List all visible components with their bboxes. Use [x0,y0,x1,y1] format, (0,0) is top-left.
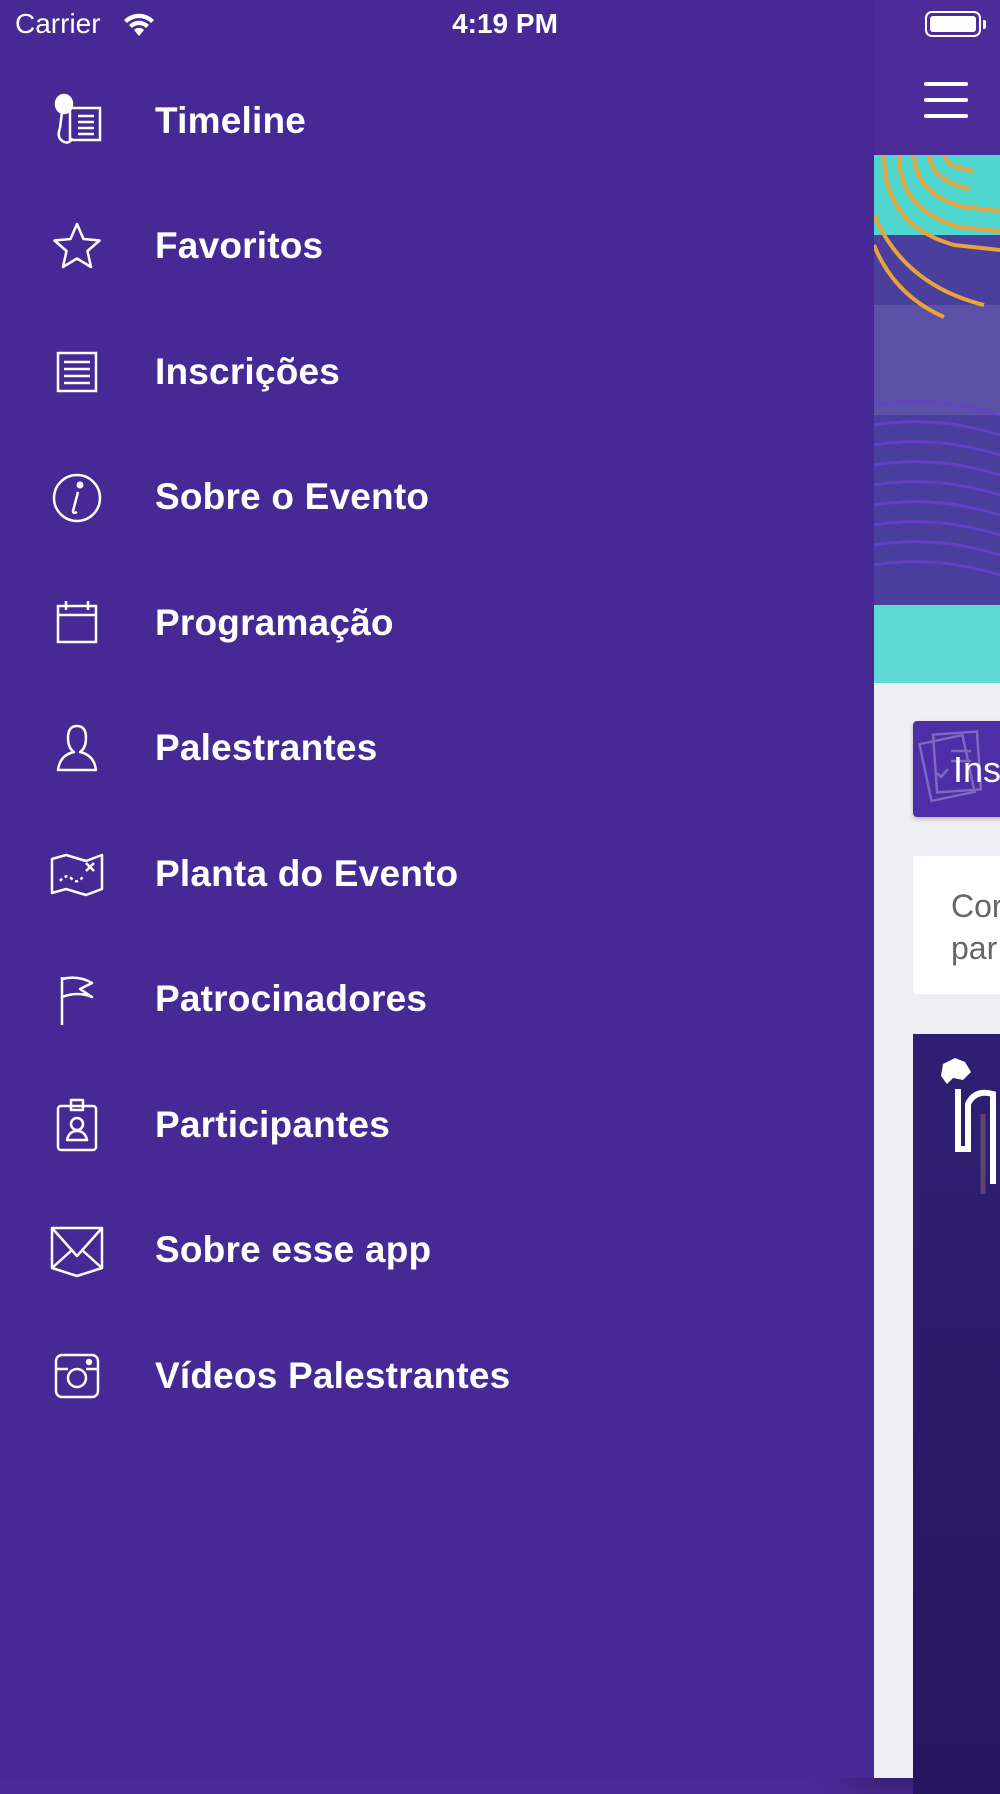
menu-label: Sobre esse app [155,1229,432,1271]
map-icon [48,845,106,903]
description-line: Cor [951,888,1000,924]
microphone-script-icon [48,92,106,150]
menu-item-timeline[interactable]: Timeline [0,58,874,184]
hamburger-menu-icon[interactable] [924,82,970,118]
menu-item-favoritos[interactable]: Favoritos [0,184,874,310]
document-list-icon [48,343,106,401]
menu-label: Palestrantes [155,727,378,769]
description-line: par [951,930,998,966]
menu-item-palestrantes[interactable]: Palestrantes [0,686,874,812]
inscricoes-card[interactable]: Ins [913,721,1000,817]
event-banner-image [874,155,1000,683]
menu-item-inscricoes[interactable]: Inscrições [0,309,874,435]
flag-icon [48,971,106,1029]
battery-icon [925,11,986,37]
event-logo-image [913,1034,1000,1794]
menu-item-planta-do-evento[interactable]: Planta do Evento [0,811,874,937]
menu-label: Vídeos Palestrantes [155,1354,511,1396]
drawer-menu: Timeline Favoritos Inscrições Sobre o Ev… [0,58,874,1439]
navigation-drawer: Timeline Favoritos Inscrições Sobre o Ev… [0,0,874,1778]
menu-label: Sobre o Evento [155,476,430,518]
menu-item-patrocinadores[interactable]: Patrocinadores [0,937,874,1063]
menu-label: Planta do Evento [155,852,459,894]
menu-label: Programação [155,601,394,643]
person-icon [48,720,106,778]
menu-label: Inscrições [155,350,341,392]
menu-item-videos-palestrantes[interactable]: Vídeos Palestrantes [0,1313,874,1439]
inscricoes-card-label: Ins [953,749,1000,790]
envelope-icon [48,1222,106,1280]
menu-item-sobre-esse-app[interactable]: Sobre esse app [0,1188,874,1314]
status-bar: Carrier 4:19 PM [0,0,1000,50]
menu-label: Favoritos [155,225,324,267]
camera-icon [48,1347,106,1405]
calendar-icon [48,594,106,652]
description-card: Cor par [913,856,1000,994]
menu-label: Timeline [155,99,307,141]
menu-item-participantes[interactable]: Participantes [0,1062,874,1188]
star-icon [48,218,106,276]
menu-label: Patrocinadores [155,978,428,1020]
menu-item-programacao[interactable]: Programação [0,560,874,686]
main-content: Ins Cor par [874,0,1000,1794]
badge-icon [48,1096,106,1154]
menu-label: Participantes [155,1103,390,1145]
clock: 4:19 PM [452,8,558,39]
menu-item-sobre-o-evento[interactable]: Sobre o Evento [0,435,874,561]
info-icon [48,469,106,527]
